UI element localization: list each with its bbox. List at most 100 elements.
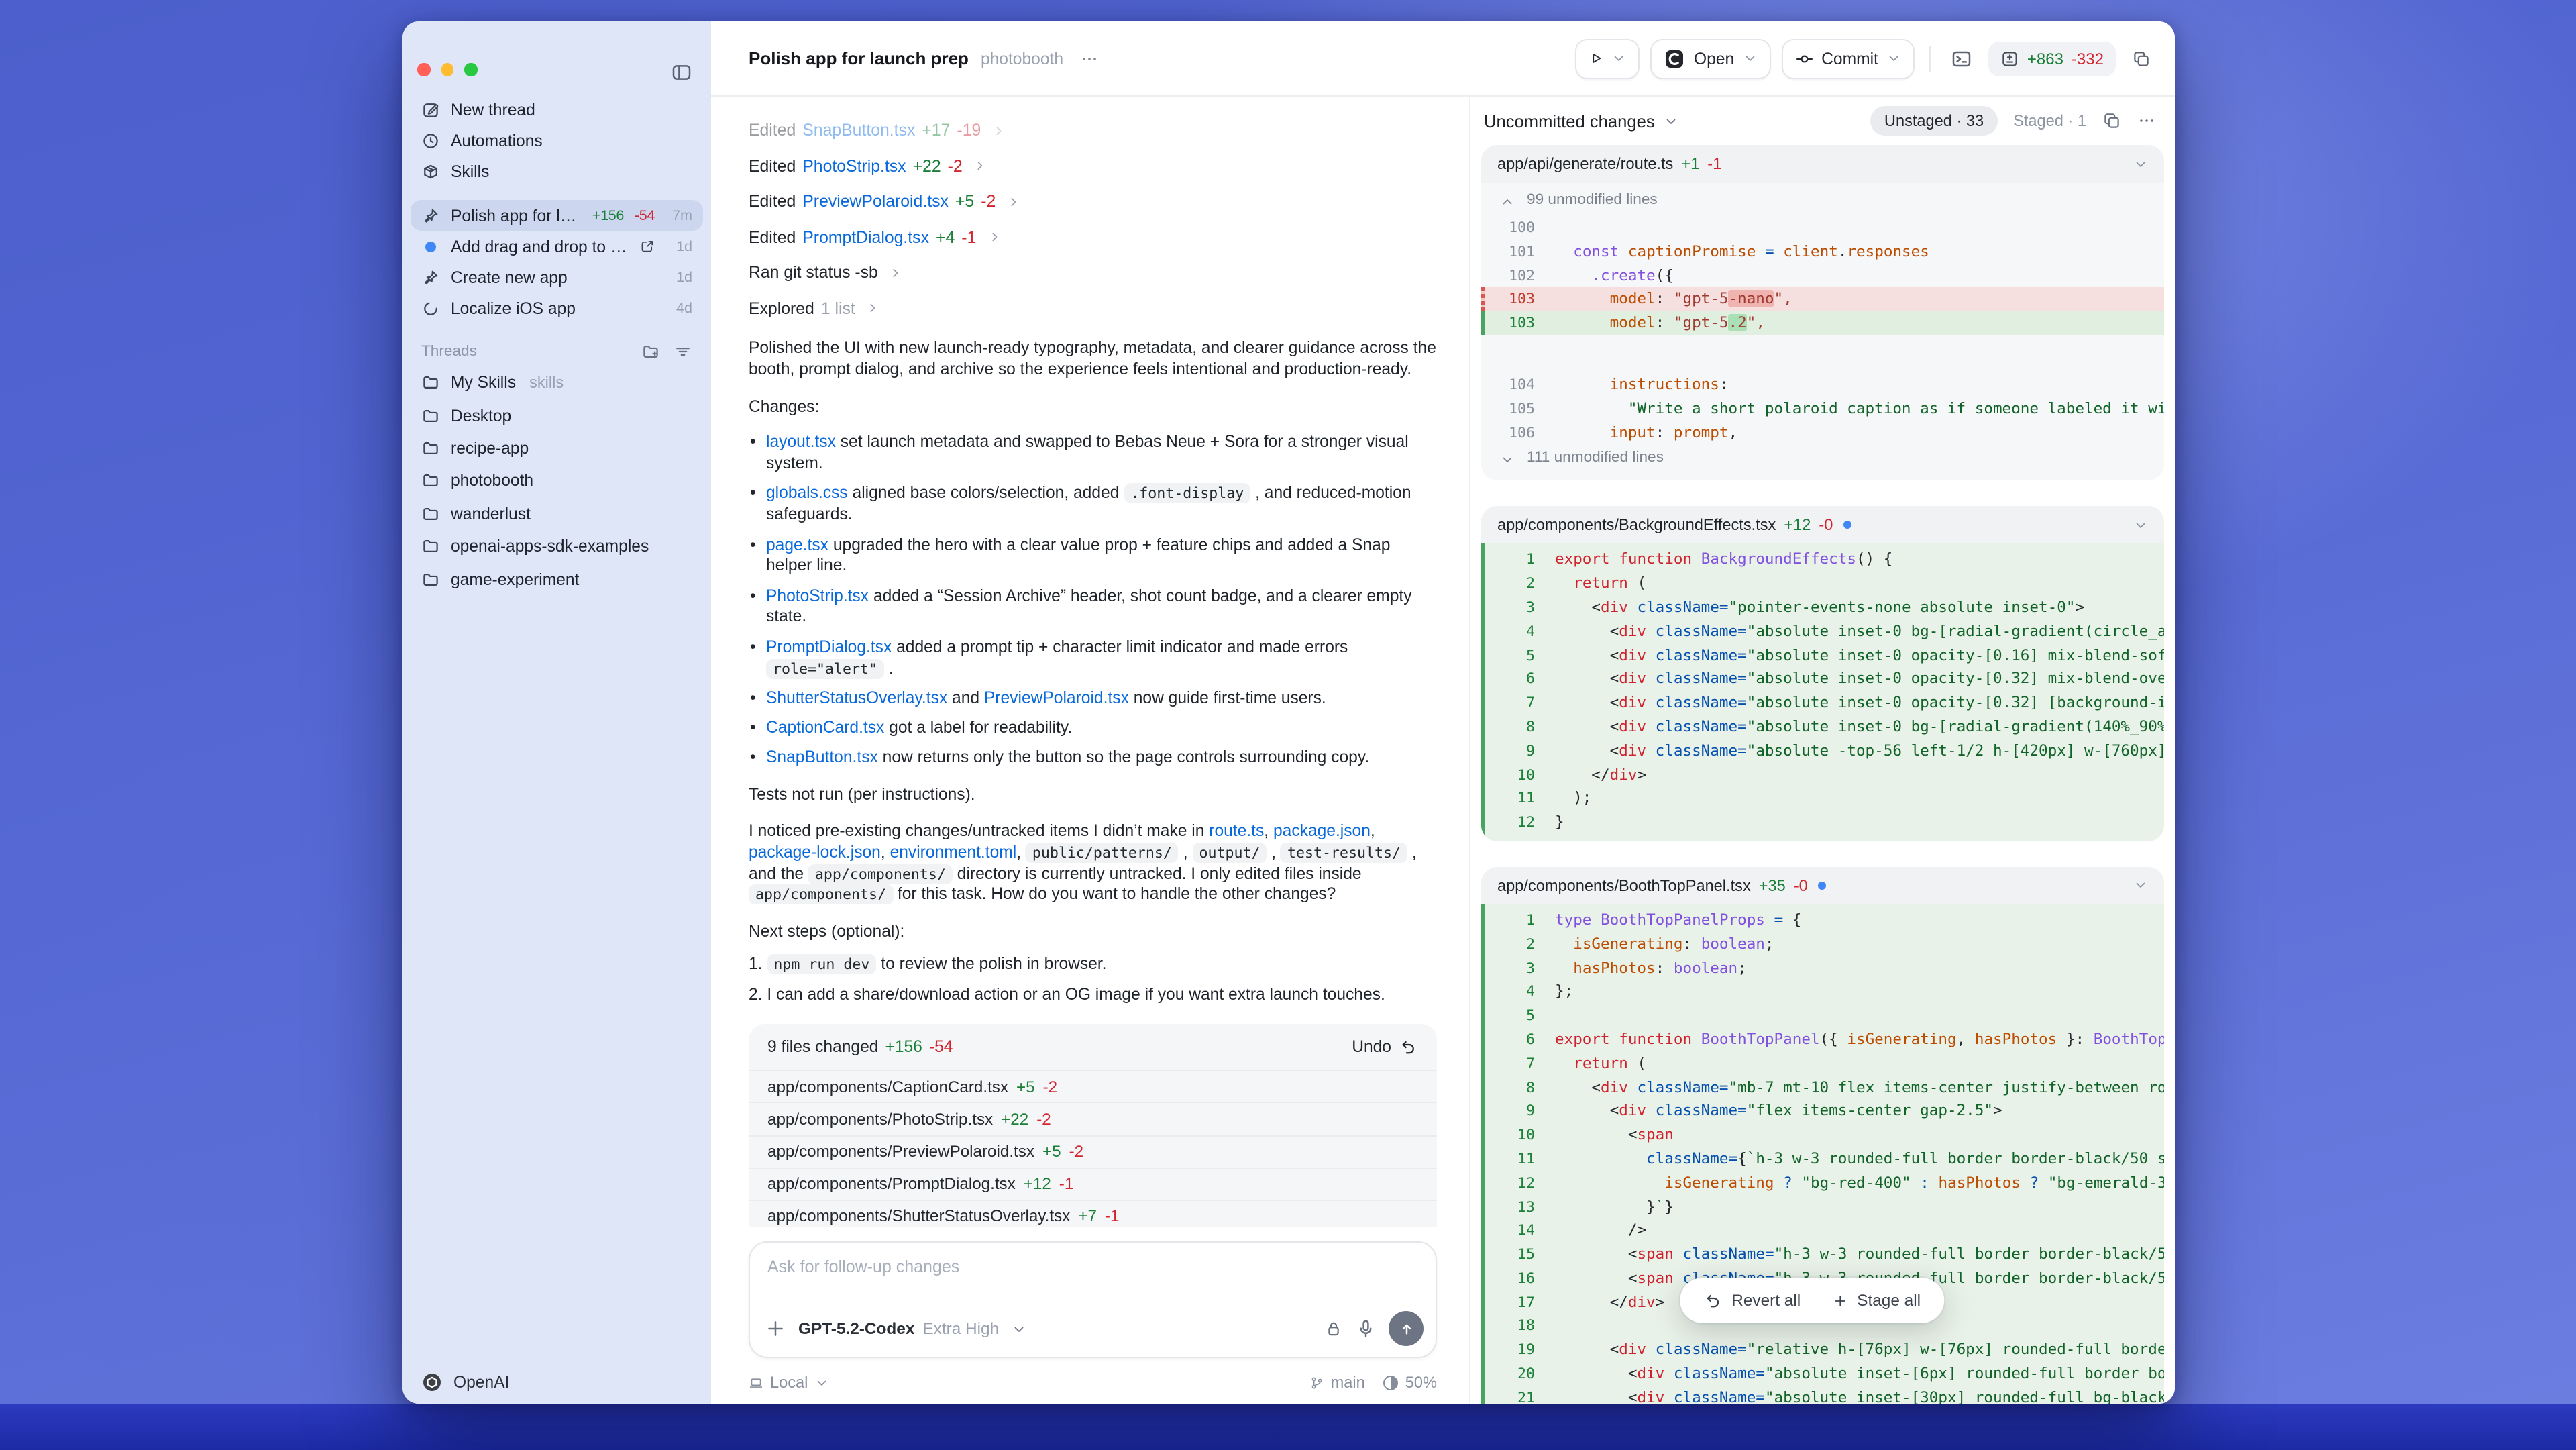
file-link[interactable]: layout.tsx: [766, 433, 836, 452]
mic-button[interactable]: [1355, 1318, 1377, 1339]
model-selector[interactable]: GPT-5.2-Codex: [798, 1319, 914, 1338]
file-link[interactable]: environment.toml: [890, 843, 1017, 862]
line-number: 4: [1481, 620, 1555, 644]
thread-item[interactable]: Add drag and drop to gallery phot...1d: [411, 231, 703, 262]
file-link[interactable]: PreviewPolaroid.tsx: [802, 193, 949, 211]
collapse-chevron-icon[interactable]: [2133, 518, 2148, 533]
timeline-item[interactable]: Explored 1 list: [749, 291, 1437, 326]
file-link[interactable]: package.json: [1273, 821, 1371, 840]
code-line: 11 );: [1481, 787, 2164, 811]
text: now guide first-time users.: [1129, 688, 1326, 707]
copy-diff-icon[interactable]: [2102, 111, 2121, 130]
file-link[interactable]: SnapButton.tsx: [766, 748, 878, 767]
revert-all-label: Revert all: [1731, 1291, 1801, 1310]
collapse-chevron-icon[interactable]: [2133, 878, 2148, 893]
thread-item[interactable]: Create new app1d: [411, 262, 703, 293]
changed-file-row[interactable]: app/components/CaptionCard.tsx+5-2: [749, 1070, 1437, 1102]
folder-item[interactable]: recipe-app: [411, 432, 703, 465]
folder-item-label: photobooth: [451, 472, 533, 490]
folder-item-label: wanderlust: [451, 505, 531, 523]
changed-file-row[interactable]: app/components/PreviewPolaroid.tsx+5-2: [749, 1135, 1437, 1167]
collapse-chevron-icon[interactable]: [2133, 156, 2148, 171]
file-link[interactable]: CaptionCard.tsx: [766, 718, 884, 737]
attach-button[interactable]: [765, 1318, 786, 1339]
folder-item[interactable]: game-experiment: [411, 563, 703, 596]
model-chevron-icon[interactable]: [1011, 1321, 1026, 1336]
file-link[interactable]: page.tsx: [766, 535, 828, 554]
line-number: 20: [1481, 1362, 1555, 1386]
file-link[interactable]: PhotoStrip.tsx: [802, 157, 906, 176]
account-item[interactable]: OpenAI: [421, 1371, 509, 1393]
removed-count: -0: [1794, 876, 1808, 895]
undo-button[interactable]: Undo: [1352, 1037, 1418, 1056]
changes-chevron-icon[interactable]: [1664, 113, 1679, 128]
thread-menu-button[interactable]: [1079, 49, 1098, 68]
timeline-item[interactable]: EditedPromptDialog.tsx+4-1: [749, 219, 1437, 255]
folder-item[interactable]: photobooth: [411, 464, 703, 497]
diff-card-header[interactable]: app/components/BackgroundEffects.tsx+12-…: [1481, 507, 2164, 544]
next-step-item: 2. I can add a share/download action or …: [749, 986, 1437, 1007]
changes-dropdown[interactable]: Uncommitted changes: [1484, 111, 1655, 131]
env-selector[interactable]: Local: [770, 1373, 808, 1392]
changed-file-row[interactable]: app/components/PromptDialog.tsx+12-1: [749, 1167, 1437, 1199]
thread-item[interactable]: Localize iOS app4d: [411, 293, 703, 323]
commit-button[interactable]: Commit: [1781, 38, 1915, 79]
file-link[interactable]: PromptDialog.tsx: [802, 228, 929, 247]
open-button[interactable]: Open: [1651, 38, 1770, 79]
diff-card-header[interactable]: app/components/BoothTopPanel.tsx+35-0: [1481, 867, 2164, 904]
folder-item[interactable]: My Skillsskills: [411, 366, 703, 399]
changed-file-row[interactable]: app/components/ShutterStatusOverlay.tsx+…: [749, 1200, 1437, 1227]
added-count: +35: [1759, 876, 1786, 895]
more-icon[interactable]: [2137, 111, 2156, 130]
staged-tab[interactable]: Staged · 1: [2013, 111, 2086, 130]
sidebar-item-automations[interactable]: Automations: [411, 125, 703, 156]
timeline-item[interactable]: EditedSnapButton.tsx+17-19: [749, 113, 1437, 148]
lock-icon[interactable]: [1324, 1319, 1343, 1338]
sidebar-toggle-icon[interactable]: [671, 62, 692, 83]
timeline-item[interactable]: EditedPhotoStrip.tsx+22-2: [749, 148, 1437, 184]
send-button[interactable]: [1389, 1311, 1424, 1346]
thread-item[interactable]: Polish app for launch prep+156-547m: [411, 200, 703, 231]
folder-item[interactable]: openai-apps-sdk-examples: [411, 530, 703, 563]
file-link[interactable]: PreviewPolaroid.tsx: [984, 688, 1129, 707]
file-link[interactable]: PhotoStrip.tsx: [766, 586, 869, 605]
sidebar-item-skills[interactable]: Skills: [411, 156, 703, 187]
pop-out-icon[interactable]: [640, 239, 655, 254]
filter-icon[interactable]: [674, 342, 692, 361]
minimize-button[interactable]: [441, 63, 453, 76]
file-link[interactable]: PromptDialog.tsx: [766, 637, 892, 656]
diff-card-header[interactable]: app/api/generate/route.ts+1-1: [1481, 145, 2164, 183]
file-link[interactable]: SnapButton.tsx: [802, 121, 915, 140]
unmodified-lines-toggle[interactable]: 99 unmodified lines: [1481, 187, 2164, 216]
close-button[interactable]: [417, 63, 430, 76]
followup-input[interactable]: Ask for follow-up changes: [767, 1257, 959, 1276]
revert-all-button[interactable]: Revert all: [1690, 1291, 1814, 1310]
changed-file-row[interactable]: app/components/PhotoStrip.tsx+22-2: [749, 1102, 1437, 1135]
run-button[interactable]: [1576, 38, 1640, 79]
thread-item-label: Add drag and drop to gallery phot...: [451, 237, 629, 256]
file-link[interactable]: ShutterStatusOverlay.tsx: [766, 688, 947, 707]
file-link[interactable]: globals.css: [766, 484, 848, 503]
folder-item[interactable]: Desktop: [411, 399, 703, 432]
unstaged-tab[interactable]: Unstaged · 33: [1871, 106, 1997, 136]
env-chevron-icon[interactable]: [814, 1375, 829, 1390]
new-folder-icon[interactable]: [641, 342, 660, 361]
copy-button[interactable]: [2127, 40, 2156, 77]
added-count: +7: [1078, 1207, 1097, 1226]
code-content: <div className="absolute inset-0 opacity…: [1555, 691, 2164, 715]
folder-item[interactable]: wanderlust: [411, 497, 703, 530]
stage-all-button[interactable]: Stage all: [1819, 1291, 1934, 1310]
unmodified-lines-toggle[interactable]: 111 unmodified lines: [1481, 445, 2164, 474]
git-header: Uncommitted changes Unstaged · 33 Staged…: [1470, 97, 2175, 145]
line-number: 10: [1481, 763, 1555, 787]
line-number: 100: [1481, 216, 1555, 240]
terminal-button[interactable]: [1945, 40, 1978, 77]
diff-stats-badge[interactable]: +863 -332: [1988, 41, 2116, 76]
line-number: 5: [1481, 643, 1555, 668]
timeline-item[interactable]: Ran git status -sb: [749, 255, 1437, 291]
sidebar-item-new-thread[interactable]: New thread: [411, 94, 703, 125]
file-link[interactable]: route.ts: [1209, 821, 1264, 840]
timeline-item[interactable]: EditedPreviewPolaroid.tsx+5-2: [749, 184, 1437, 219]
zoom-button[interactable]: [464, 63, 477, 76]
file-link[interactable]: package-lock.json: [749, 843, 881, 862]
